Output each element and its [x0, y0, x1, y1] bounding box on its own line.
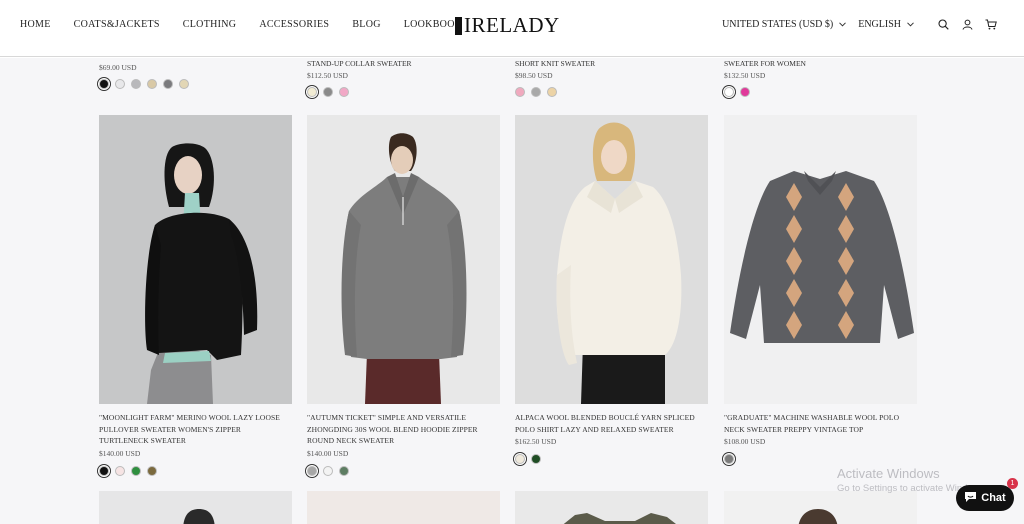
product-image[interactable]	[99, 491, 292, 524]
product-price: $140.00 USD	[307, 448, 349, 458]
product-image[interactable]	[724, 491, 917, 524]
product-price: $108.00 USD	[724, 437, 766, 446]
color-swatches	[724, 87, 917, 97]
chat-label: Chat	[981, 492, 1006, 504]
color-swatch[interactable]	[115, 465, 125, 476]
product-price: $69.00 USD	[99, 63, 137, 72]
color-swatch[interactable]	[724, 87, 734, 97]
country-label: UNITED STATES (USD $)	[722, 18, 834, 30]
product-card[interactable]: STAND-UP COLLAR SWEATER $112.50 USD	[307, 59, 500, 97]
color-swatches	[724, 454, 917, 464]
color-swatch[interactable]	[531, 87, 541, 97]
product-title[interactable]: STAND-UP COLLAR SWEATER	[307, 59, 500, 68]
chat-button[interactable]: Chat	[956, 485, 1014, 511]
color-swatch[interactable]	[179, 79, 189, 89]
product-image[interactable]	[724, 115, 917, 404]
language-selector[interactable]: ENGLISH	[858, 19, 914, 30]
product-image[interactable]	[99, 115, 292, 404]
color-swatch[interactable]	[339, 87, 349, 97]
product-title[interactable]: "GRADUATE" MACHINE WASHABLE WOOL POLO NE…	[724, 412, 917, 435]
color-swatch[interactable]	[147, 79, 157, 89]
product-grid: $69.00 USD STAND-UP COLLAR SWEATER $112.…	[0, 58, 1024, 524]
color-swatch[interactable]	[547, 87, 557, 97]
chevron-down-icon	[839, 20, 847, 29]
color-swatch[interactable]	[131, 465, 141, 476]
site-logo[interactable]: IRELADY	[455, 13, 560, 38]
main-nav: HOME COATS&JACKETS CLOTHING ACCESSORIES …	[20, 19, 485, 30]
color-swatch[interactable]	[323, 87, 333, 97]
product-price: $112.50 USD	[307, 71, 348, 80]
color-swatch[interactable]	[307, 87, 317, 97]
product-title[interactable]: ALPACA WOOL BLENDED BOUCLÉ YARN SPLICED …	[515, 412, 708, 435]
color-swatch[interactable]	[339, 465, 349, 476]
product-price: $162.50 USD	[515, 437, 557, 446]
product-price: $98.50 USD	[515, 71, 553, 80]
nav-lookbook[interactable]: LOOKBOOK	[404, 19, 463, 30]
product-card[interactable]: "MOONLIGHT FARM" MERINO WOOL LAZY LOOSE …	[99, 115, 292, 476]
product-card[interactable]: SHORT KNIT SWEATER $98.50 USD	[515, 59, 708, 97]
chat-notification-badge: 1	[1007, 478, 1018, 489]
nav-home[interactable]: HOME	[20, 19, 51, 30]
color-swatches	[515, 454, 708, 464]
nav-accessories[interactable]: ACCESSORIES	[259, 19, 329, 30]
color-swatch[interactable]	[131, 79, 141, 89]
site-header: HOME COATS&JACKETS CLOTHING ACCESSORIES …	[0, 0, 1024, 57]
color-swatches	[307, 465, 500, 476]
product-image[interactable]	[307, 491, 500, 524]
color-swatches	[307, 87, 500, 97]
country-selector[interactable]: UNITED STATES (USD $)	[722, 18, 847, 30]
color-swatch[interactable]	[531, 454, 541, 464]
color-swatch[interactable]	[307, 465, 317, 476]
header-tools: UNITED STATES (USD $) ENGLISH	[722, 17, 998, 31]
product-card[interactable]: SWEATER FOR WOMEN $132.50 USD	[724, 59, 917, 97]
product-title[interactable]: "AUTUMN TICKET" SIMPLE AND VERSATILE ZHO…	[307, 412, 500, 447]
product-image[interactable]	[515, 491, 708, 524]
logo-text: IRELADY	[464, 13, 560, 37]
color-swatch[interactable]	[515, 87, 525, 97]
logo-mark-icon	[455, 16, 462, 35]
color-swatch[interactable]	[115, 79, 125, 89]
language-label: ENGLISH	[858, 18, 901, 30]
color-swatch[interactable]	[163, 79, 173, 89]
color-swatch[interactable]	[99, 465, 109, 476]
color-swatch[interactable]	[323, 465, 333, 476]
product-card[interactable]: "AUTUMN TICKET" SIMPLE AND VERSATILE ZHO…	[307, 115, 500, 476]
color-swatches	[99, 465, 292, 476]
search-icon[interactable]	[936, 17, 950, 31]
color-swatches	[99, 79, 292, 89]
product-title[interactable]: SHORT KNIT SWEATER	[515, 59, 708, 68]
color-swatch[interactable]	[147, 465, 157, 476]
chevron-down-icon	[907, 20, 914, 29]
color-swatch[interactable]	[515, 454, 525, 464]
chat-bubble-icon	[964, 491, 977, 506]
watermark-title: Activate Windows	[837, 466, 940, 481]
product-card[interactable]: "GRADUATE" MACHINE WASHABLE WOOL POLO NE…	[724, 115, 917, 464]
product-image[interactable]	[515, 115, 708, 404]
account-icon[interactable]	[960, 17, 974, 31]
color-swatch[interactable]	[99, 79, 109, 89]
cart-icon[interactable]	[984, 17, 998, 31]
color-swatches	[515, 87, 708, 97]
color-swatch[interactable]	[724, 454, 734, 464]
product-title[interactable]: SWEATER FOR WOMEN	[724, 59, 917, 68]
nav-clothing[interactable]: CLOTHING	[183, 19, 237, 30]
product-price: $140.00 USD	[99, 448, 141, 458]
product-price: $132.50 USD	[724, 71, 766, 80]
color-swatch[interactable]	[740, 87, 750, 97]
product-card[interactable]: $69.00 USD	[99, 60, 292, 89]
product-card[interactable]: ALPACA WOOL BLENDED BOUCLÉ YARN SPLICED …	[515, 115, 708, 464]
nav-blog[interactable]: BLOG	[352, 19, 380, 30]
product-image[interactable]	[307, 115, 500, 404]
product-title[interactable]: "MOONLIGHT FARM" MERINO WOOL LAZY LOOSE …	[99, 412, 292, 447]
nav-coats-jackets[interactable]: COATS&JACKETS	[74, 19, 160, 30]
